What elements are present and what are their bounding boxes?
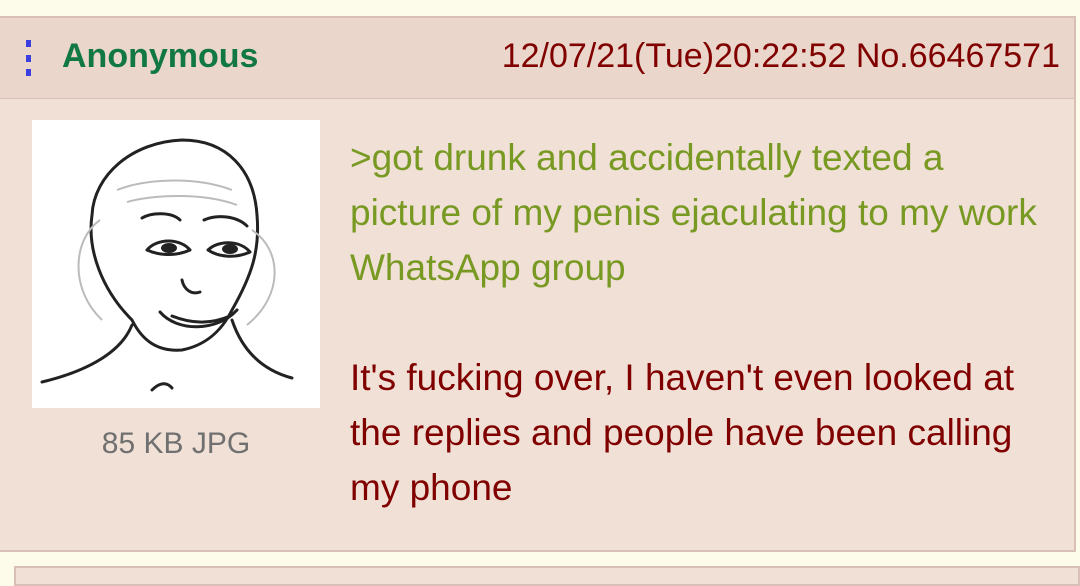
greentext-line: >got drunk and accidentally texted a pic… bbox=[350, 137, 1037, 288]
file-info: 85 KB JPG bbox=[101, 427, 251, 460]
poster-name: Anonymous bbox=[62, 37, 259, 75]
post-container: Anonymous 12/07/21(Tue)20:22:52 No.66467… bbox=[0, 16, 1076, 552]
post-datetime[interactable]: 12/07/21(Tue)20:22:52 No.66467571 bbox=[502, 36, 1060, 76]
post-header: Anonymous 12/07/21(Tue)20:22:52 No.66467… bbox=[0, 18, 1074, 99]
post-body-text: It's fucking over, I haven't even looked… bbox=[350, 357, 1015, 508]
post-thumbnail[interactable] bbox=[32, 120, 320, 408]
vertical-ellipsis-icon[interactable] bbox=[24, 40, 32, 76]
post-message: >got drunk and accidentally texted a pic… bbox=[350, 130, 1050, 515]
next-post-edge bbox=[14, 566, 1080, 586]
wojak-face-icon bbox=[40, 138, 294, 392]
